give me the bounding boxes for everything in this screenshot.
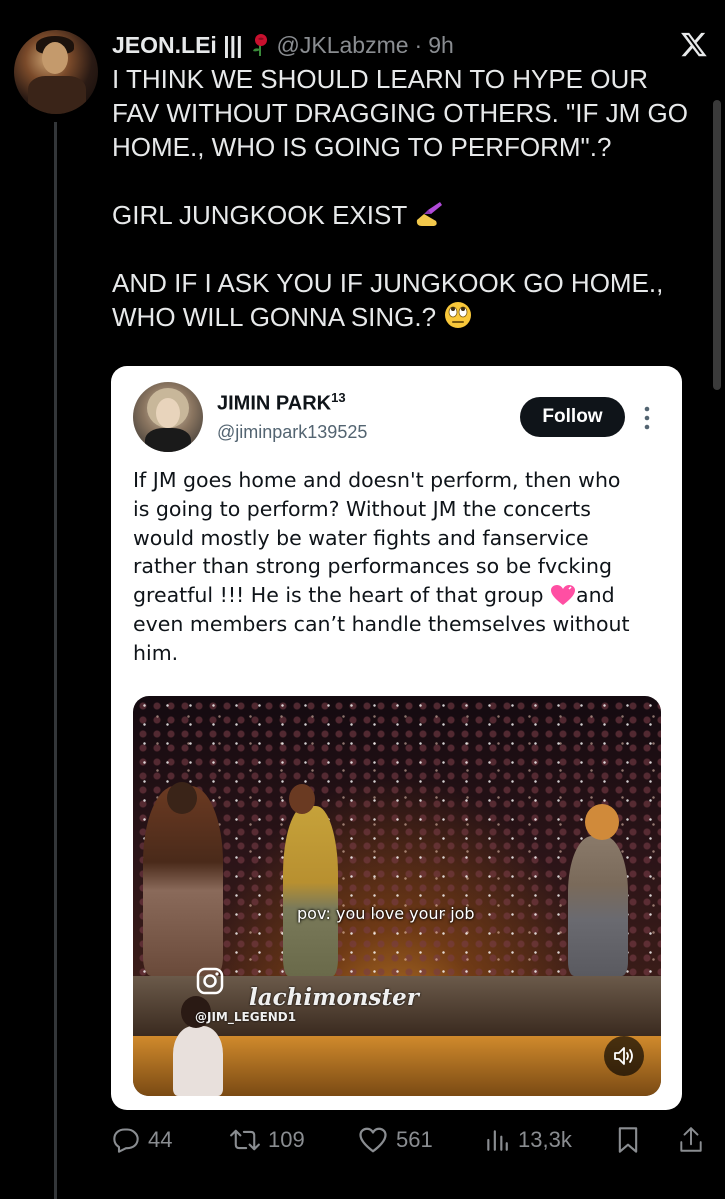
video-performer [143,786,223,976]
video-performer [173,1026,223,1096]
separator-dot: · [414,31,423,58]
reply-action[interactable]: 44 [112,1122,172,1158]
volume-muted-icon [614,1047,633,1065]
more-options-icon[interactable] [638,404,656,432]
quoted-author-handle[interactable]: @jiminpark139525 [217,422,367,443]
heart-icon [359,1127,387,1153]
quoted-line: rather than strong performances so be fv… [133,554,612,579]
tweet-time[interactable]: 9h [428,32,454,59]
quoted-author-name[interactable]: JIMIN PARK13 [217,390,346,416]
quoted-tweet-card[interactable]: JIMIN PARK13 @jiminpark139525 Follow If … [111,366,682,1110]
eye-roll-emoji-icon [445,302,472,328]
video-performer [283,806,338,976]
like-count: 561 [396,1127,433,1152]
instagram-icon [196,967,224,995]
tweet-line: FAV WITHOUT DRAGGING OTHERS. "IF JM GO [112,98,688,128]
video-watermark: lachimonster [249,984,419,1011]
video-performer-head [167,782,197,814]
thread-line [54,122,57,1199]
tweet-line: GIRL JUNGKOOK EXIST [112,200,407,230]
quoted-author-avatar[interactable] [133,382,203,452]
rose-emoji-icon [252,34,267,56]
mute-button[interactable] [604,1036,644,1076]
author-name[interactable]: JEON.LEi ||| [112,32,243,59]
tweet-header: JEON.LEi ||| @JKLabzme · 9h [112,30,454,60]
quoted-line: greatful !!! He is the heart of that gro… [133,583,544,608]
quoted-author-superscript: 13 [331,390,346,405]
bookmark-action[interactable] [615,1122,641,1158]
quoted-line: even members can’t handle themselves wit… [133,611,630,636]
author-avatar[interactable] [14,30,98,114]
tweet-line: I THINK WE SHOULD LEARN TO HYPE OUR [112,64,648,94]
video-caption: pov: you love your job [297,904,475,923]
repost-count: 109 [268,1127,305,1152]
like-action[interactable]: 561 [358,1122,433,1158]
quoted-line-suffix: and [576,583,615,608]
quoted-line: is going to perform? Without JM the conc… [133,496,591,521]
quoted-line: If JM goes home and doesn't perform, the… [133,468,621,492]
views-count: 13,3k [518,1127,572,1152]
tweet-line: WHO WILL GONNA SING.? [112,302,437,332]
follow-button[interactable]: Follow [520,397,625,437]
author-handle[interactable]: @JKLabzme [277,32,409,59]
tweet-line: HOME., WHO IS GOING TO PERFORM".? [112,132,612,162]
views-action[interactable]: 13,3k [484,1122,572,1158]
reply-icon [113,1128,139,1153]
quoted-line: would mostly be water fights and fanserv… [133,525,589,550]
quoted-line: him. [133,640,179,665]
heart-emoji-icon [551,585,576,606]
tweet-text: I THINK WE SHOULD LEARN TO HYPE OUR FAV … [112,62,702,334]
video-player[interactable]: pov: you love your job lachimonster @JIM… [133,696,661,1096]
x-logo-icon[interactable] [680,30,708,58]
tweet-line: AND IF I ASK YOU IF JUNGKOOK GO HOME., [112,268,664,298]
repost-action[interactable]: 109 [230,1122,305,1158]
video-performer [568,836,628,976]
nail-polish-emoji-icon [416,202,442,226]
video-watermark-handle: @JIM_LEGEND1 [195,1010,297,1024]
views-icon [487,1130,508,1151]
quoted-author-name-text: JIMIN PARK [217,392,332,415]
share-action[interactable] [678,1122,704,1158]
scrollbar[interactable] [713,100,721,390]
tweet-actions-bar: 44 109 561 13,3k [112,1122,712,1158]
reply-count: 44 [148,1127,173,1152]
share-icon [680,1127,702,1152]
repost-icon [230,1129,260,1151]
quoted-tweet-text: If JM goes home and doesn't perform, the… [133,466,663,668]
video-performer-head [585,804,619,840]
video-performer-head [289,784,315,814]
bookmark-icon [618,1127,638,1153]
